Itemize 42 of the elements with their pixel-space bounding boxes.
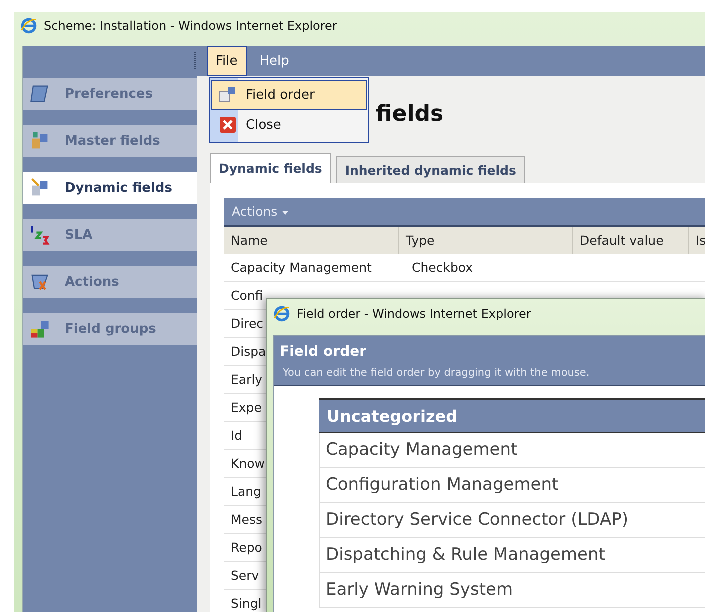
caret-icon — [282, 210, 289, 215]
table-cell: Repo — [231, 540, 262, 555]
table-cell: Checkbox — [412, 260, 474, 275]
close-icon — [218, 115, 238, 135]
numbers-icon — [29, 224, 51, 246]
menu-item[interactable]: File — [207, 46, 247, 76]
table-cell: Early — [231, 372, 263, 387]
blocks-icon — [218, 85, 238, 105]
table-cell: Expe — [231, 400, 262, 415]
tab[interactable]: Dynamic fields — [210, 153, 332, 183]
table-cell: Singl — [231, 596, 262, 611]
list-item[interactable]: Capacity Management — [319, 433, 705, 468]
table-cell: Direc — [231, 316, 264, 331]
tab[interactable]: Inherited dynamic fields — [336, 156, 526, 183]
list-item[interactable]: Early Warning System — [319, 573, 705, 608]
list-item[interactable]: Dispatching & Rule Management — [319, 538, 705, 573]
menu-item[interactable]: Field order — [211, 80, 367, 110]
table-cell: Confi — [231, 288, 264, 303]
window-title: Field order - Windows Internet Explorer — [297, 307, 532, 321]
dialog-description: You can edit the field order by dragging it with the mouse. — [282, 367, 591, 379]
menu-item[interactable]: Close — [211, 110, 367, 140]
table-cell: Know — [231, 456, 265, 471]
grip-icon — [193, 52, 197, 70]
list-item[interactable]: Configuration Management — [319, 468, 705, 503]
list-item[interactable]: Directory Service Connector (LDAP) — [319, 503, 705, 538]
column-header[interactable]: Default value — [572, 227, 688, 254]
browser-icon — [20, 17, 38, 35]
dialog-heading: Field order — [280, 344, 368, 360]
table-cell: Capacity Management — [231, 260, 372, 275]
page-heading: fields — [376, 102, 445, 127]
table-cell: Serv — [231, 568, 260, 583]
group-header: Uncategorized — [319, 398, 705, 433]
menu-item[interactable]: Help — [250, 46, 298, 76]
table-cell: Dispa — [231, 344, 266, 359]
table-cell: Mess — [231, 512, 263, 527]
window-title: Scheme: Installation - Windows Internet Explorer — [44, 19, 338, 33]
column-header[interactable]: Name — [224, 227, 398, 254]
sidebar-item[interactable]: Dynamic fields — [23, 172, 197, 204]
column-header[interactable]: Type — [398, 227, 572, 254]
table-cell: Lang — [231, 484, 262, 499]
browser-icon — [273, 305, 291, 323]
table-cell: Id — [231, 428, 243, 443]
